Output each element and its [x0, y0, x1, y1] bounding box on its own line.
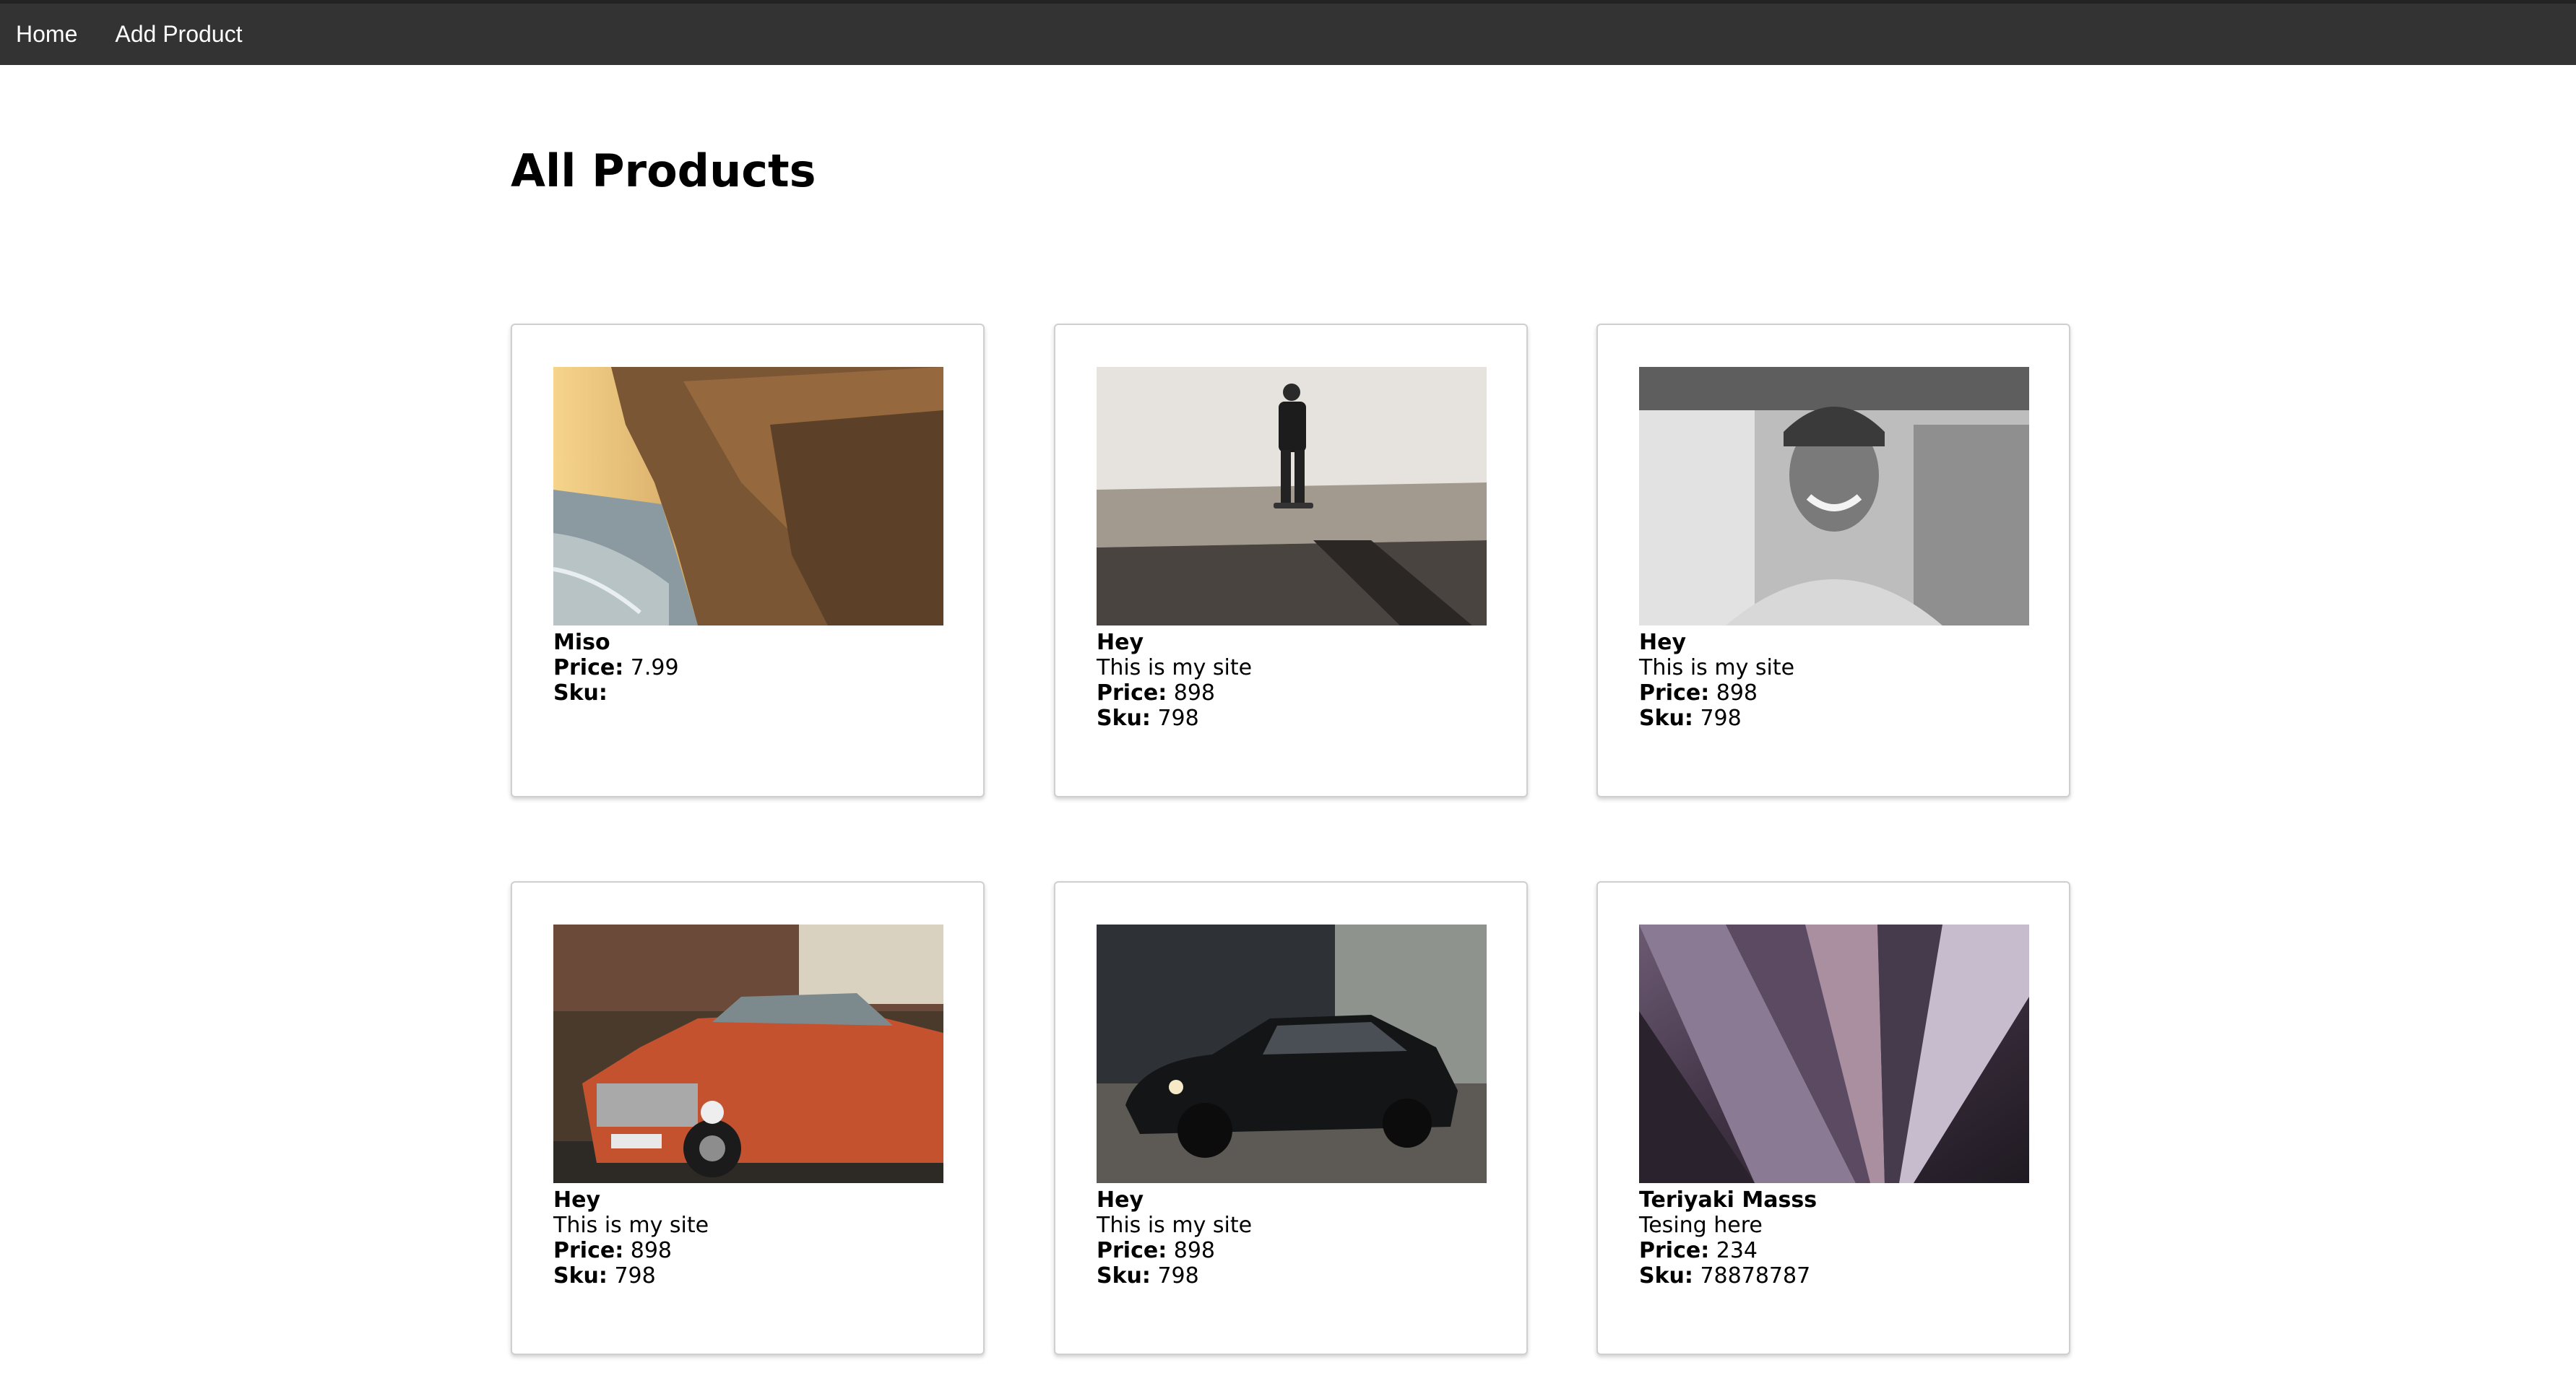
price-value: 234	[1716, 1238, 1758, 1263]
product-name: Hey	[1097, 1187, 1144, 1213]
price-label: Price:	[1639, 680, 1710, 706]
product-description: This is my site	[553, 1213, 709, 1238]
product-sku: Sku: 798	[553, 1263, 958, 1289]
product-info: Hey This is my site Price: 898 Sku: 798	[1097, 630, 1501, 731]
sku-label: Sku:	[1639, 706, 1693, 731]
product-image	[1639, 925, 2029, 1183]
navbar: Home Add Product	[0, 0, 2576, 65]
product-price: Price: 898	[1097, 680, 1501, 706]
price-label: Price:	[1639, 1238, 1710, 1263]
nav-add-product-link[interactable]: Add Product	[115, 21, 242, 48]
product-image	[1097, 367, 1487, 625]
product-info: Teriyaki Masss Tesing here Price: 234 Sk…	[1639, 1187, 2044, 1289]
price-label: Price:	[553, 1238, 624, 1263]
product-card[interactable]: Hey This is my site Price: 898 Sku: 798	[511, 881, 985, 1355]
price-label: Price:	[553, 655, 624, 680]
product-description: Tesing here	[1639, 1213, 1763, 1238]
product-image	[553, 367, 943, 625]
product-card[interactable]: Hey This is my site Price: 898 Sku: 798	[1054, 324, 1528, 797]
product-info: Hey This is my site Price: 898 Sku: 798	[553, 1187, 958, 1289]
product-image	[1097, 925, 1487, 1183]
product-name: Hey	[1097, 630, 1144, 655]
product-image	[1639, 367, 2029, 625]
product-sku: Sku:	[553, 680, 958, 706]
price-value: 898	[630, 1238, 673, 1263]
sku-value: 78878787	[1700, 1263, 1811, 1289]
sku-value: 798	[1157, 1263, 1199, 1289]
sku-label: Sku:	[1097, 1263, 1151, 1289]
product-description: This is my site	[1097, 655, 1253, 680]
product-price: Price: 898	[553, 1238, 958, 1263]
product-sku: Sku: 798	[1639, 706, 2044, 731]
product-image	[553, 925, 943, 1183]
nav-home-link[interactable]: Home	[16, 21, 77, 48]
sku-label: Sku:	[553, 680, 608, 706]
product-price: Price: 7.99	[553, 655, 958, 680]
product-name: Teriyaki Masss	[1639, 1187, 1818, 1213]
price-value: 898	[1173, 1238, 1216, 1263]
price-value: 898	[1173, 680, 1216, 706]
product-info: Hey This is my site Price: 898 Sku: 798	[1097, 1187, 1501, 1289]
product-card[interactable]: Hey This is my site Price: 898 Sku: 798	[1054, 881, 1528, 1355]
product-price: Price: 234	[1639, 1238, 2044, 1263]
product-name: Miso	[553, 630, 610, 655]
sku-value: 798	[1700, 706, 1742, 731]
product-card[interactable]: Teriyaki Masss Tesing here Price: 234 Sk…	[1596, 881, 2070, 1355]
product-price: Price: 898	[1639, 680, 2044, 706]
price-value: 7.99	[630, 655, 679, 680]
product-sku: Sku: 798	[1097, 706, 1501, 731]
product-price: Price: 898	[1097, 1238, 1501, 1263]
sku-label: Sku:	[553, 1263, 608, 1289]
product-description: This is my site	[1639, 655, 1795, 680]
product-description: This is my site	[1097, 1213, 1253, 1238]
product-info: Hey This is my site Price: 898 Sku: 798	[1639, 630, 2044, 731]
product-sku: Sku: 798	[1097, 1263, 1501, 1289]
product-info: Miso Price: 7.99 Sku:	[553, 630, 958, 706]
sku-label: Sku:	[1097, 706, 1151, 731]
sku-label: Sku:	[1639, 1263, 1693, 1289]
sku-value: 798	[614, 1263, 656, 1289]
price-value: 898	[1716, 680, 1758, 706]
product-name: Hey	[553, 1187, 601, 1213]
price-label: Price:	[1097, 680, 1167, 706]
product-name: Hey	[1639, 630, 1687, 655]
page-title: All Products	[511, 144, 816, 197]
sku-value: 798	[1157, 706, 1199, 731]
price-label: Price:	[1097, 1238, 1167, 1263]
product-sku: Sku: 78878787	[1639, 1263, 2044, 1289]
product-card[interactable]: Miso Price: 7.99 Sku:	[511, 324, 985, 797]
product-card[interactable]: Hey This is my site Price: 898 Sku: 798	[1596, 324, 2070, 797]
